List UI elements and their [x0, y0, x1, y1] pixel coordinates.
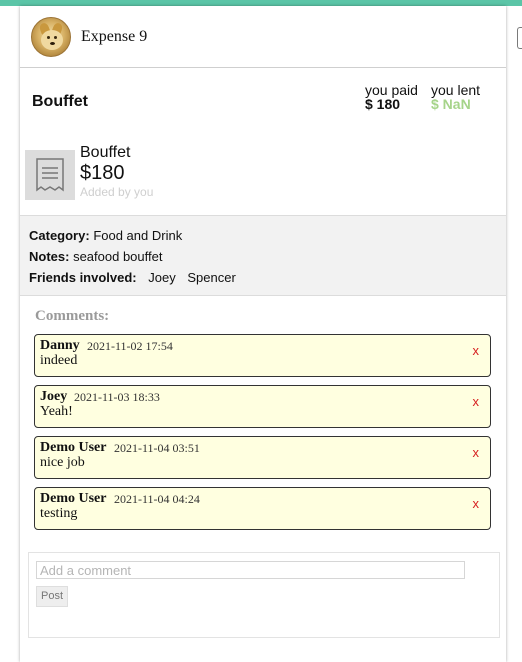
friends-label: Friends involved: [29, 270, 137, 285]
added-by-text: Added by you [80, 185, 154, 199]
category-value: Food and Drink [93, 228, 183, 243]
you-lent-label: you lent [431, 82, 481, 98]
comment-timestamp: 2021-11-02 17:54 [87, 339, 173, 353]
comment-text: Yeah! [40, 404, 73, 419]
page-title: Expense 9 [81, 28, 148, 45]
comment-timestamp: 2021-11-04 04:24 [114, 492, 200, 506]
expense-name: Bouffet [32, 93, 88, 110]
friends-row: Friends involved: Joey Spencer [29, 269, 506, 290]
expense-detail-card: Bouffet $180 Added by you [20, 136, 506, 216]
friend-name: Spencer [187, 270, 236, 285]
notes-label: Notes: [29, 249, 70, 264]
detail-amount: $180 [80, 162, 125, 184]
detail-name: Bouffet [80, 144, 131, 161]
comments-heading: Comments: [35, 308, 110, 324]
delete-comment-button[interactable]: x [473, 343, 480, 358]
avatar [31, 17, 71, 57]
category-label: Category: [29, 228, 90, 243]
comment-author: Danny [40, 338, 80, 353]
expense-summary: Bouffet you paid $ 180 you lent $ NaN [20, 68, 506, 136]
delete-comment-button[interactable]: x [473, 394, 480, 409]
receipt-icon [25, 150, 75, 200]
expense-meta: Category: Food and Drink Notes: seafood … [20, 215, 506, 296]
you-paid-block: you paid $ 180 [365, 83, 418, 111]
you-lent-value: $ NaN [431, 96, 471, 112]
side-panel-toggle[interactable] [517, 27, 522, 49]
comment-text: nice job [40, 455, 85, 470]
comment-item: Danny 2021-11-02 17:54 indeed x [34, 334, 491, 377]
comment-item: Demo User 2021-11-04 04:24 testing x [34, 487, 491, 530]
you-paid-value: $ 180 [365, 96, 401, 112]
add-comment-form: Post [28, 552, 500, 638]
comment-timestamp: 2021-11-03 18:33 [74, 390, 160, 404]
notes-value: seafood bouffet [73, 249, 163, 264]
delete-comment-button[interactable]: x [473, 445, 480, 460]
comment-author: Joey [40, 389, 68, 404]
comment-item: Demo User 2021-11-04 03:51 nice job x [34, 436, 491, 479]
expense-detail-panel: Expense 9 Bouffet you paid $ 180 you len… [20, 6, 506, 662]
you-lent-block: you lent $ NaN [431, 83, 480, 111]
comment-item: Joey 2021-11-03 18:33 Yeah! x [34, 385, 491, 428]
post-comment-button[interactable]: Post [36, 586, 68, 607]
category-row: Category: Food and Drink [29, 227, 506, 248]
friend-name: Joey [148, 270, 176, 285]
comment-text: testing [40, 506, 78, 521]
comment-author: Demo User [40, 440, 107, 455]
comment-text: indeed [40, 353, 78, 368]
expense-header: Expense 9 [20, 6, 506, 68]
notes-row: Notes: seafood bouffet [29, 248, 506, 269]
you-paid-label: you paid [365, 82, 418, 98]
delete-comment-button[interactable]: x [473, 496, 480, 511]
comment-input[interactable] [36, 561, 465, 579]
comment-timestamp: 2021-11-04 03:51 [114, 441, 200, 455]
comment-author: Demo User [40, 491, 107, 506]
